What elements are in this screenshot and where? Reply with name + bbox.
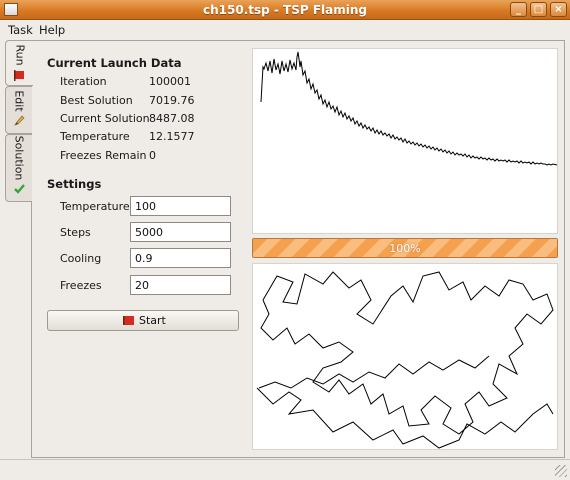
label-setting-steps: Steps	[60, 226, 91, 239]
value-current-solution: 8487.08	[149, 112, 195, 125]
value-freezes-remain: 0	[149, 149, 156, 162]
start-button-label: Start	[139, 314, 166, 327]
title-bar: ch150.tsp - TSP Flaming _ □ ×	[0, 0, 570, 20]
label-temperature: Temperature	[60, 130, 130, 143]
label-setting-cooling: Cooling	[60, 252, 102, 265]
label-iteration: Iteration	[60, 75, 107, 88]
tour-view	[252, 263, 558, 450]
maximize-button[interactable]: □	[530, 2, 547, 17]
green-check-icon	[14, 184, 25, 194]
red-flag-icon	[14, 70, 24, 81]
tour-path-plot	[256, 271, 554, 449]
tab-run-label: Run	[13, 44, 26, 66]
steps-input[interactable]	[130, 222, 231, 242]
value-temperature: 12.1577	[149, 130, 195, 143]
tour-path-segment-2	[258, 355, 490, 389]
label-current-solution: Current Solution	[60, 112, 150, 125]
close-button[interactable]: ×	[550, 2, 567, 17]
minimize-button[interactable]: _	[510, 2, 527, 17]
label-setting-freezes: Freezes	[60, 279, 102, 292]
progress-bar: 100%	[252, 238, 558, 258]
window-title: ch150.tsp - TSP Flaming	[202, 3, 368, 17]
cost-history-line	[260, 51, 558, 166]
label-setting-temperature: Temperature	[60, 200, 130, 213]
progress-text: 100%	[389, 242, 421, 255]
tab-solution[interactable]: Solution	[5, 134, 32, 202]
menu-help[interactable]: Help	[39, 23, 65, 37]
pencil-icon	[14, 115, 25, 126]
cooling-input[interactable]	[130, 248, 231, 268]
tab-edit-label: Edit	[12, 90, 26, 112]
tour-path-segment	[256, 387, 554, 449]
freezes-input[interactable]	[130, 275, 231, 295]
label-best-solution: Best Solution	[60, 94, 133, 107]
tab-solution-label: Solution	[12, 135, 26, 181]
red-flag-icon	[123, 316, 134, 325]
menu-task[interactable]: Task	[8, 23, 33, 37]
status-bar	[0, 459, 570, 480]
cost-history-chart	[252, 48, 558, 234]
tour-path	[260, 271, 554, 435]
tab-run[interactable]: Run	[5, 40, 33, 86]
label-freezes-remain: Freezes Remain	[60, 149, 147, 162]
value-iteration: 100001	[149, 75, 191, 88]
settings-heading: Settings	[47, 177, 102, 191]
resize-grip[interactable]	[555, 465, 567, 477]
start-button[interactable]: Start	[47, 310, 239, 331]
temperature-input[interactable]	[130, 196, 231, 216]
cost-history-plot	[260, 51, 558, 166]
menu-bar: Task Help	[0, 20, 570, 39]
value-best-solution: 7019.76	[149, 94, 195, 107]
launch-heading: Current Launch Data	[47, 56, 182, 70]
tab-edit[interactable]: Edit	[5, 86, 32, 134]
